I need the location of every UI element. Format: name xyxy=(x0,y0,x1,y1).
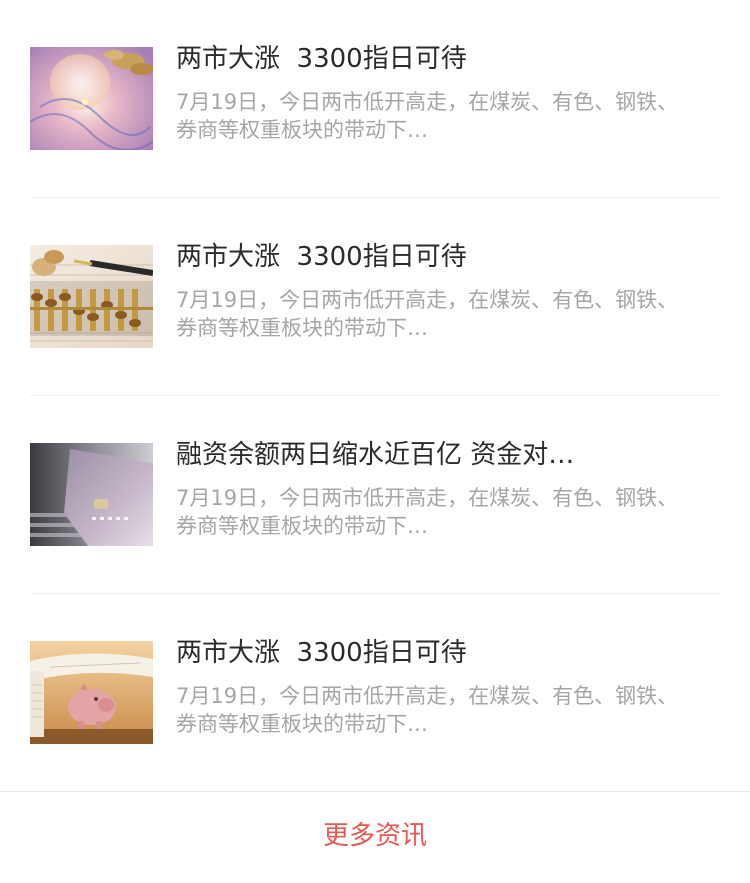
news-summary-line: 券商等权重板块的带动下… xyxy=(176,118,428,142)
news-title[interactable]: 两市大涨 3300指日可待 xyxy=(176,237,736,277)
news-summary: 7月19日，今日两市低开高走，在煤炭、有色、钢铁、 券商等权重板块的带动下… xyxy=(176,682,750,738)
news-item[interactable]: 两市大涨 3300指日可待 7月19日，今日两市低开高走，在煤炭、有色、钢铁、 … xyxy=(0,198,750,396)
news-summary-line: 券商等权重板块的带动下… xyxy=(176,712,428,736)
credit-card-keyboard-photo-icon xyxy=(30,443,153,546)
news-summary-line: 券商等权重板块的带动下… xyxy=(176,514,428,538)
abacus-pen-photo-icon xyxy=(30,245,153,348)
coins-globe-photo-icon xyxy=(30,47,153,150)
news-thumbnail-credit-card[interactable] xyxy=(30,443,153,546)
news-thumbnail-coins-globe[interactable] xyxy=(30,47,153,150)
news-summary-line: 7月19日，今日两市低开高走，在煤炭、有色、钢铁、 xyxy=(176,288,679,312)
news-title[interactable]: 两市大涨 3300指日可待 xyxy=(176,39,736,79)
news-item[interactable]: 融资余额两日缩水近百亿 资金对… 7月19日，今日两市低开高走，在煤炭、有色、钢… xyxy=(0,396,750,594)
news-item[interactable]: 两市大涨 3300指日可待 7月19日，今日两市低开高走，在煤炭、有色、钢铁、 … xyxy=(0,0,750,198)
news-item[interactable]: 两市大涨 3300指日可待 7月19日，今日两市低开高走，在煤炭、有色、钢铁、 … xyxy=(0,594,750,792)
news-title[interactable]: 两市大涨 3300指日可待 xyxy=(176,633,736,673)
news-thumbnail-piggy-bank[interactable] xyxy=(30,641,153,744)
news-summary: 7月19日，今日两市低开高走，在煤炭、有色、钢铁、 券商等权重板块的带动下… xyxy=(176,286,750,342)
piggy-bank-newspaper-photo-icon xyxy=(30,641,153,744)
news-summary-line: 7月19日，今日两市低开高走，在煤炭、有色、钢铁、 xyxy=(176,90,679,114)
news-summary-line: 7月19日，今日两市低开高走，在煤炭、有色、钢铁、 xyxy=(176,684,679,708)
news-thumbnail-abacus[interactable] xyxy=(30,245,153,348)
news-summary: 7月19日，今日两市低开高走，在煤炭、有色、钢铁、 券商等权重板块的带动下… xyxy=(176,88,750,144)
news-summary-line: 7月19日，今日两市低开高走，在煤炭、有色、钢铁、 xyxy=(176,486,679,510)
news-title[interactable]: 融资余额两日缩水近百亿 资金对… xyxy=(176,435,736,475)
news-summary: 7月19日，今日两市低开高走，在煤炭、有色、钢铁、 券商等权重板块的带动下… xyxy=(176,484,750,540)
news-summary-line: 券商等权重板块的带动下… xyxy=(176,316,428,340)
more-news-button[interactable]: 更多资讯 xyxy=(0,792,750,883)
